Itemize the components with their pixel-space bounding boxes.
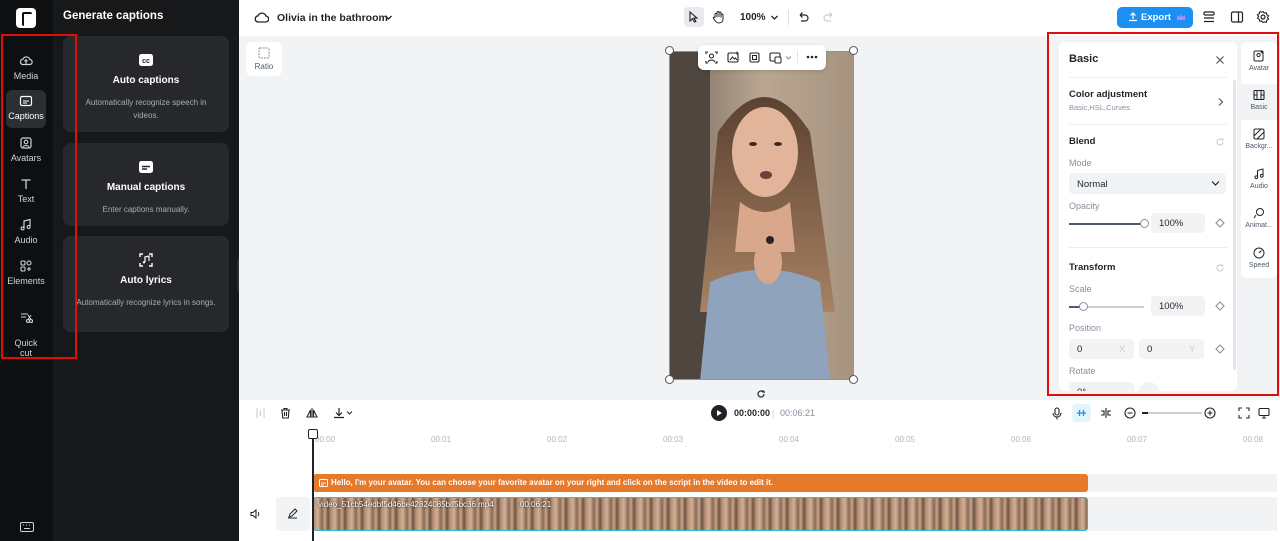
auto-captions-card[interactable]: cc Auto captions Automatically recognize… <box>63 36 229 132</box>
current-time: 00:00:00 <box>734 408 771 418</box>
card-description: Automatically recognize lyrics in songs. <box>76 298 216 307</box>
time-tick: 00:08 <box>1243 435 1264 444</box>
time-tick: 00:07 <box>1127 435 1148 444</box>
delete-trash-icon[interactable] <box>280 407 291 419</box>
split-panel-icon[interactable] <box>1230 10 1244 24</box>
video-clip[interactable]: video_51cb54edbf5d46be42824085blf5bc36.m… <box>313 497 1088 531</box>
avatar-replace-icon[interactable] <box>705 51 718 64</box>
download-icon[interactable] <box>333 407 345 419</box>
cc-icon: cc <box>139 54 153 66</box>
caption-clip[interactable]: Hello, I'm your avatar. You can choose y… <box>313 474 1088 492</box>
chevron-down-icon[interactable] <box>384 13 393 22</box>
zoom-level[interactable]: 100% <box>740 12 766 23</box>
manual-captions-card[interactable]: Manual captions Enter captions manually. <box>63 143 229 226</box>
microphone-icon[interactable] <box>1052 407 1062 420</box>
cover-edit-button[interactable] <box>276 497 310 531</box>
select-tool-button[interactable] <box>684 7 704 27</box>
project-name[interactable]: Olivia in the bathroom <box>277 12 388 24</box>
card-description: Automatically recognize speech in videos… <box>85 98 207 120</box>
video-preview[interactable] <box>669 51 854 380</box>
resize-handle[interactable] <box>665 375 674 384</box>
resize-handle[interactable] <box>665 46 674 55</box>
ratio-button[interactable]: Ratio <box>246 42 282 76</box>
subtitle-icon <box>139 161 153 173</box>
card-title: Auto lyrics <box>120 275 172 286</box>
playhead-handle[interactable] <box>308 429 318 439</box>
ratio-label: Ratio <box>254 62 274 71</box>
background-remove-icon[interactable] <box>769 51 782 64</box>
play-button[interactable] <box>711 405 727 421</box>
mirror-flip-icon[interactable] <box>306 407 318 419</box>
chevron-down-icon[interactable] <box>346 410 353 416</box>
avatar-video-frame <box>670 52 853 379</box>
time-tick: 00:06 <box>1011 435 1032 444</box>
undo-icon[interactable] <box>797 11 809 23</box>
chevron-down-icon[interactable] <box>770 13 779 22</box>
time-tick: 00:02 <box>547 435 568 444</box>
fit-to-screen-icon[interactable] <box>1238 407 1250 419</box>
timeline-zoom-slider[interactable] <box>1142 412 1202 414</box>
top-bar: Olivia in the bathroom 100% Export <box>239 0 1280 36</box>
aspect-ratio-icon <box>258 47 270 59</box>
volume-icon[interactable] <box>250 509 261 519</box>
caption-track-empty[interactable] <box>1088 474 1277 492</box>
time-separator: | <box>772 408 775 418</box>
time-tick: 00:03 <box>663 435 684 444</box>
hand-icon[interactable] <box>712 10 725 24</box>
card-title: Auto captions <box>112 75 180 86</box>
time-tick: 00:00 <box>315 435 336 444</box>
svg-text:cc: cc <box>142 58 150 65</box>
captions-panel: Generate captions cc Auto captions Autom… <box>53 0 239 541</box>
magnet-icon <box>1077 410 1086 416</box>
chevron-down-icon[interactable] <box>785 55 792 61</box>
split-clip-icon[interactable] <box>255 407 266 419</box>
highlight-box <box>1 34 77 359</box>
cursor-icon <box>689 11 699 23</box>
resize-handle[interactable] <box>849 375 858 384</box>
video-track-empty[interactable] <box>1088 497 1277 531</box>
crown-icon <box>1177 14 1185 20</box>
zoom-in-icon[interactable] <box>1204 407 1216 419</box>
time-tick: 00:04 <box>779 435 800 444</box>
caption-clip-text: Hello, I'm your avatar. You can choose y… <box>331 478 774 487</box>
panel-title: Generate captions <box>63 10 164 22</box>
video-clip-name: video_51cb54edbf5d46be42824085blf5bc36.m… <box>318 500 494 509</box>
video-clip-duration: 00:06:21 <box>520 500 552 509</box>
time-tick: 00:01 <box>431 435 452 444</box>
total-time: 00:06:21 <box>780 408 816 418</box>
card-description: Enter captions manually. <box>102 205 190 214</box>
time-tick: 00:05 <box>895 435 916 444</box>
rotate-handle-icon[interactable] <box>756 389 766 399</box>
zoom-out-icon[interactable] <box>1124 407 1136 419</box>
layers-icon[interactable] <box>1202 10 1216 24</box>
playhead[interactable] <box>312 431 314 541</box>
redo-icon[interactable] <box>823 11 835 23</box>
upload-icon <box>1129 12 1137 22</box>
highlight-box <box>1047 32 1279 396</box>
settings-gear-icon[interactable] <box>1256 10 1270 24</box>
card-title: Manual captions <box>106 182 186 193</box>
add-image-icon[interactable] <box>727 51 740 64</box>
timeline-toolbar: 00:00:00 | 00:06:21 <box>239 400 1280 427</box>
captions-icon <box>319 479 328 487</box>
auto-lyrics-card[interactable]: Auto lyrics Automatically recognize lyri… <box>63 236 229 332</box>
crop-icon[interactable] <box>748 51 761 64</box>
lyrics-scan-icon <box>139 253 153 267</box>
pencil-icon <box>288 508 298 519</box>
resize-handle[interactable] <box>849 46 858 55</box>
monitor-icon[interactable] <box>1258 407 1270 419</box>
play-icon <box>717 410 722 416</box>
time-ruler <box>313 446 1277 447</box>
export-button[interactable]: Export <box>1117 7 1193 28</box>
keyboard-icon[interactable] <box>20 522 34 532</box>
auto-snap-toggle[interactable] <box>1072 404 1091 422</box>
video-floating-toolbar <box>698 45 826 70</box>
cloud-saved-icon <box>254 12 269 23</box>
link-tracks-icon[interactable] <box>1100 407 1112 419</box>
app-logo[interactable] <box>16 8 36 28</box>
export-label: Export <box>1141 12 1172 23</box>
more-options-icon[interactable] <box>806 55 818 59</box>
